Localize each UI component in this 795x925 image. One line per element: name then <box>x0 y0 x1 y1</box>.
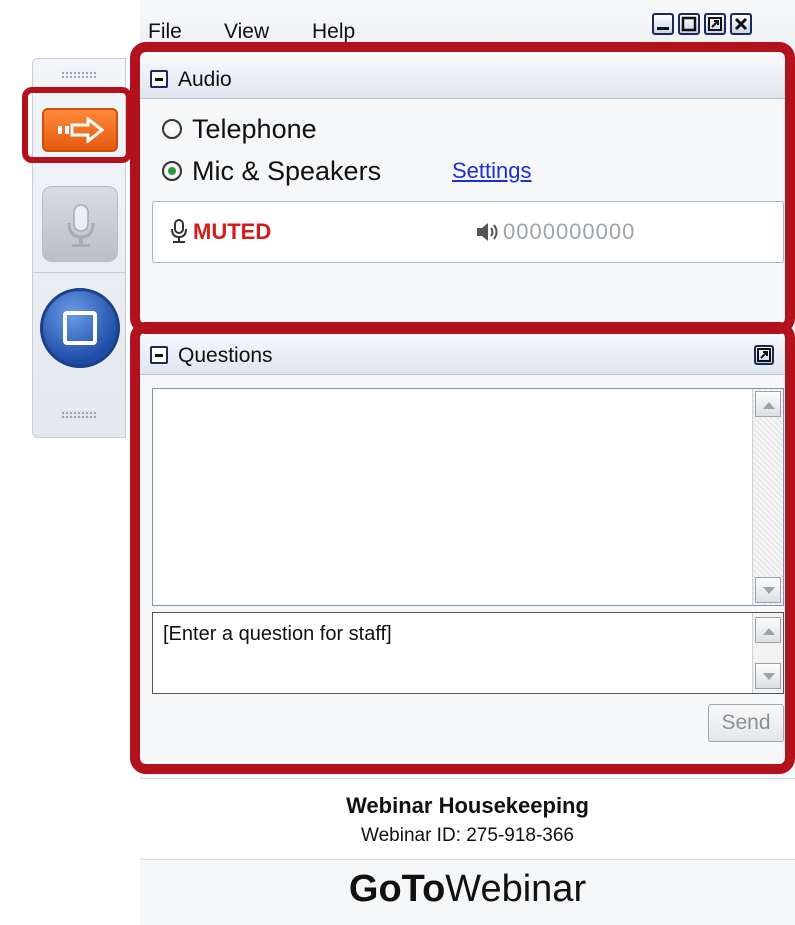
logo-webinar: Webinar <box>445 868 587 910</box>
highlight-questions-section <box>130 322 795 774</box>
restore-icon <box>708 17 722 31</box>
toolbar-separator <box>33 272 125 273</box>
close-button[interactable] <box>730 13 752 35</box>
logo-goto: GoTo <box>348 868 446 910</box>
minimize-button[interactable] <box>652 13 674 35</box>
restore-button[interactable] <box>704 13 726 35</box>
webinar-id: Webinar ID: 275-918-366 <box>361 825 574 846</box>
grip-top-icon[interactable] <box>61 71 97 79</box>
menu-file[interactable]: File <box>148 20 182 44</box>
mic-mute-button[interactable] <box>42 186 118 262</box>
close-icon <box>734 17 748 31</box>
microphone-icon <box>67 204 95 247</box>
highlight-audio-section <box>130 42 795 334</box>
show-my-screen-button[interactable] <box>40 288 120 368</box>
screen-icon <box>63 311 97 345</box>
grip-bottom-icon[interactable] <box>61 411 97 419</box>
maximize-button[interactable] <box>678 13 700 35</box>
webinar-info: Webinar Housekeeping Webinar ID: 275-918… <box>140 778 795 860</box>
menu-help[interactable]: Help <box>312 20 355 44</box>
gotowebinar-logo: GoToWebinar <box>140 868 795 911</box>
maximize-icon <box>681 16 697 32</box>
highlight-toggle-button <box>22 87 132 163</box>
minimize-icon <box>657 27 669 30</box>
control-panel: File View Help Audio Telephone Mic & Spe… <box>130 0 795 925</box>
menu-bar: File View Help <box>140 0 795 48</box>
webinar-title: Webinar Housekeeping <box>346 793 589 818</box>
menu-view[interactable]: View <box>224 20 269 44</box>
